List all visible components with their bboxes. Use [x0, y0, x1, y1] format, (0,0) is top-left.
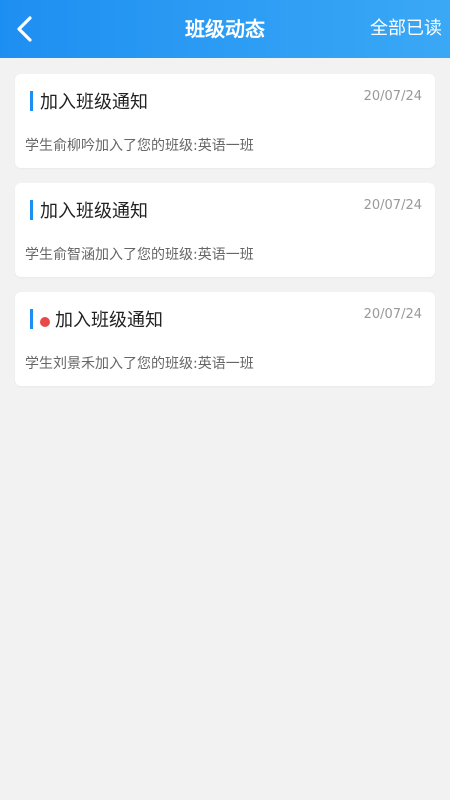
app-header: 班级动态 全部已读	[0, 0, 450, 58]
notice-message: 学生俞柳吟加入了您的班级:英语一班	[25, 138, 254, 154]
notice-card[interactable]: 加入班级通知 20/07/24 学生刘景禾加入了您的班级:英语一班	[15, 292, 435, 386]
notice-date: 20/07/24	[363, 89, 422, 104]
notice-title-row: 加入班级通知	[30, 307, 163, 331]
notice-card[interactable]: 加入班级通知 20/07/24 学生俞柳吟加入了您的班级:英语一班	[15, 74, 435, 168]
accent-bar	[30, 309, 33, 329]
notice-title: 加入班级通知	[40, 201, 148, 222]
notice-title: 加入班级通知	[55, 310, 163, 331]
notice-title-row: 加入班级通知	[30, 198, 148, 222]
chevron-left-icon	[17, 16, 32, 42]
mark-all-read-button[interactable]: 全部已读	[370, 0, 442, 58]
notice-title: 加入班级通知	[40, 92, 148, 113]
notice-date: 20/07/24	[363, 198, 422, 213]
notice-list: 加入班级通知 20/07/24 学生俞柳吟加入了您的班级:英语一班 加入班级通知…	[15, 74, 435, 401]
accent-bar	[30, 200, 33, 220]
accent-bar	[30, 91, 33, 111]
notice-date: 20/07/24	[363, 307, 422, 322]
notice-title-row: 加入班级通知	[30, 89, 148, 113]
unread-dot	[40, 317, 50, 327]
notice-card[interactable]: 加入班级通知 20/07/24 学生俞智涵加入了您的班级:英语一班	[15, 183, 435, 277]
notice-message: 学生俞智涵加入了您的班级:英语一班	[25, 247, 254, 263]
notice-message: 学生刘景禾加入了您的班级:英语一班	[25, 356, 254, 372]
back-button[interactable]	[0, 0, 50, 58]
